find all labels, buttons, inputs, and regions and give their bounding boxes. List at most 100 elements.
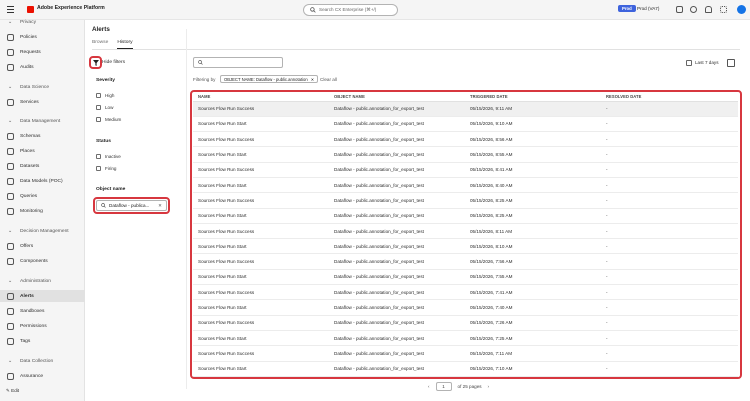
sidebar-item-permissions[interactable]: Permissions: [0, 320, 85, 332]
components-icon: [7, 257, 14, 265]
active-filter-tag[interactable]: OBJECT NAME: Dataflow - public.annotatio…: [220, 75, 319, 83]
sidebar-item-components[interactable]: Components: [0, 255, 85, 267]
sidebar-item-offers[interactable]: Offers: [0, 240, 85, 252]
chevron-down-icon: ⌄: [8, 19, 13, 25]
edit-label: Edit: [11, 388, 20, 393]
status-inactive-checkbox[interactable]: [96, 154, 101, 159]
sidebar-item-data-models[interactable]: Data Models (POC): [0, 175, 85, 187]
top-bar: Adobe Experience Platform Search CX Ente…: [0, 0, 750, 20]
severity-heading: Severity: [96, 78, 116, 83]
sidebar-item-sandboxes[interactable]: Sandboxes: [0, 305, 85, 317]
chat-icon[interactable]: [676, 6, 683, 13]
help-icon[interactable]: [690, 6, 697, 13]
sidebar: ⌄ Privacy Policies Requests Audits ⌄ Data …: [0, 19, 85, 401]
assurance-icon: [7, 372, 14, 380]
tab-bar: Browse History: [92, 40, 133, 49]
sidebar-item-datasets[interactable]: Datasets: [0, 160, 85, 172]
hide-filters-label[interactable]: Hide filters: [102, 60, 125, 65]
adobe-logo-icon: [27, 6, 34, 13]
global-search-placeholder: Search CX Enterprise (⌘+/): [319, 7, 377, 12]
date-range-picker[interactable]: Last 7 days: [695, 60, 719, 65]
page-title: Alerts: [92, 26, 110, 33]
sidebar-section-data-collection[interactable]: ⌄ Data Collection: [0, 355, 85, 367]
search-icon: [198, 60, 203, 65]
requests-icon: [7, 48, 14, 56]
services-icon: [7, 98, 14, 106]
calendar-icon[interactable]: [686, 60, 692, 66]
tab-divider: [92, 49, 740, 50]
menu-icon[interactable]: [7, 6, 14, 13]
status-inactive-label: Inactive: [105, 154, 121, 159]
sidebar-item-assurance[interactable]: Assurance: [0, 370, 85, 382]
tab-browse[interactable]: Browse: [92, 40, 108, 49]
severity-medium-label: Medium: [105, 117, 122, 122]
status-heading: Status: [96, 139, 111, 144]
queries-icon: [7, 192, 14, 200]
sidebar-item-alerts[interactable]: Alerts: [0, 290, 85, 302]
page-count-label: of 25 pages: [457, 384, 482, 389]
monitoring-icon: [7, 207, 14, 215]
chevron-down-icon: ⌄: [8, 118, 13, 124]
sidebar-item-queries[interactable]: Queries: [0, 190, 85, 202]
status-firing-label: Firing: [105, 166, 117, 171]
sidebar-item-services[interactable]: Services: [0, 96, 85, 108]
tag-icon: [7, 337, 14, 345]
highlight-box-table: [190, 90, 742, 379]
active-filter-tag-text: OBJECT NAME: Dataflow - public.annotatio…: [224, 76, 308, 82]
tab-history[interactable]: History: [117, 40, 133, 49]
permissions-icon: [7, 322, 14, 330]
severity-low-label: Low: [105, 105, 114, 110]
next-page-icon[interactable]: ›: [488, 384, 490, 389]
data-models-icon: [7, 177, 14, 185]
sidebar-item-places[interactable]: Places: [0, 145, 85, 157]
severity-high-checkbox[interactable]: [96, 93, 101, 98]
highlight-box-object-name: [93, 197, 170, 214]
apps-grid-icon[interactable]: [720, 6, 727, 13]
policies-icon: [7, 33, 14, 41]
sidebar-item-requests[interactable]: Requests: [0, 46, 85, 58]
page-number-input[interactable]: 1: [435, 382, 452, 391]
filtering-by-label: Filtering by: [193, 77, 216, 82]
datasets-icon: [7, 162, 14, 170]
pagination: ‹ 1 of 25 pages ›: [428, 382, 489, 391]
alert-icon: [7, 292, 14, 300]
sidebar-item-monitoring[interactable]: Monitoring: [0, 205, 85, 217]
chevron-down-icon: ⌄: [8, 358, 13, 364]
clear-all-link[interactable]: Clear all: [320, 77, 337, 82]
table-search-input[interactable]: [193, 57, 283, 68]
avatar[interactable]: [737, 5, 746, 14]
notifications-icon[interactable]: [705, 6, 712, 13]
sidebar-section-data-science[interactable]: ⌄ Data Science: [0, 81, 85, 93]
schemas-icon: [7, 132, 14, 140]
sidebar-section-administration[interactable]: ⌄ Administration: [0, 275, 85, 287]
sandboxes-icon: [7, 307, 14, 315]
sidebar-section-data-management[interactable]: ⌄ Data Management: [0, 115, 85, 127]
severity-low-checkbox[interactable]: [96, 105, 101, 110]
severity-medium-checkbox[interactable]: [96, 117, 101, 122]
remove-tag-icon[interactable]: ✕: [311, 77, 315, 82]
sidebar-section-decision-management[interactable]: ⌄ Decision Management: [0, 225, 85, 237]
sidebar-item-audits[interactable]: Audits: [0, 61, 85, 73]
column-settings-icon[interactable]: [727, 59, 735, 67]
previous-page-icon[interactable]: ‹: [428, 384, 430, 389]
environment-badge: Prod: [618, 5, 636, 12]
sidebar-section-privacy[interactable]: ⌄ Privacy: [0, 16, 85, 28]
search-icon: [310, 7, 316, 13]
offers-icon: [7, 242, 14, 250]
sidebar-item-tags[interactable]: Tags: [0, 335, 85, 347]
global-search[interactable]: Search CX Enterprise (⌘+/): [303, 4, 398, 16]
chevron-down-icon: ⌄: [8, 228, 13, 234]
sidebar-item-schemas[interactable]: Schemas: [0, 130, 85, 142]
status-firing-checkbox[interactable]: [96, 166, 101, 171]
places-icon: [7, 147, 14, 155]
filter-panel-divider: [186, 29, 187, 389]
audits-icon: [7, 63, 14, 71]
severity-high-label: High: [105, 93, 115, 98]
edit-nav-button[interactable]: ✎ Edit: [6, 388, 19, 394]
object-name-heading: Object name: [96, 187, 126, 192]
highlight-box-filter: [89, 56, 102, 69]
sidebar-item-policies[interactable]: Policies: [0, 31, 85, 43]
chevron-down-icon: ⌄: [8, 278, 13, 284]
chevron-down-icon: ⌄: [8, 84, 13, 90]
sandbox-switcher[interactable]: Prod (VA7): [637, 6, 659, 11]
